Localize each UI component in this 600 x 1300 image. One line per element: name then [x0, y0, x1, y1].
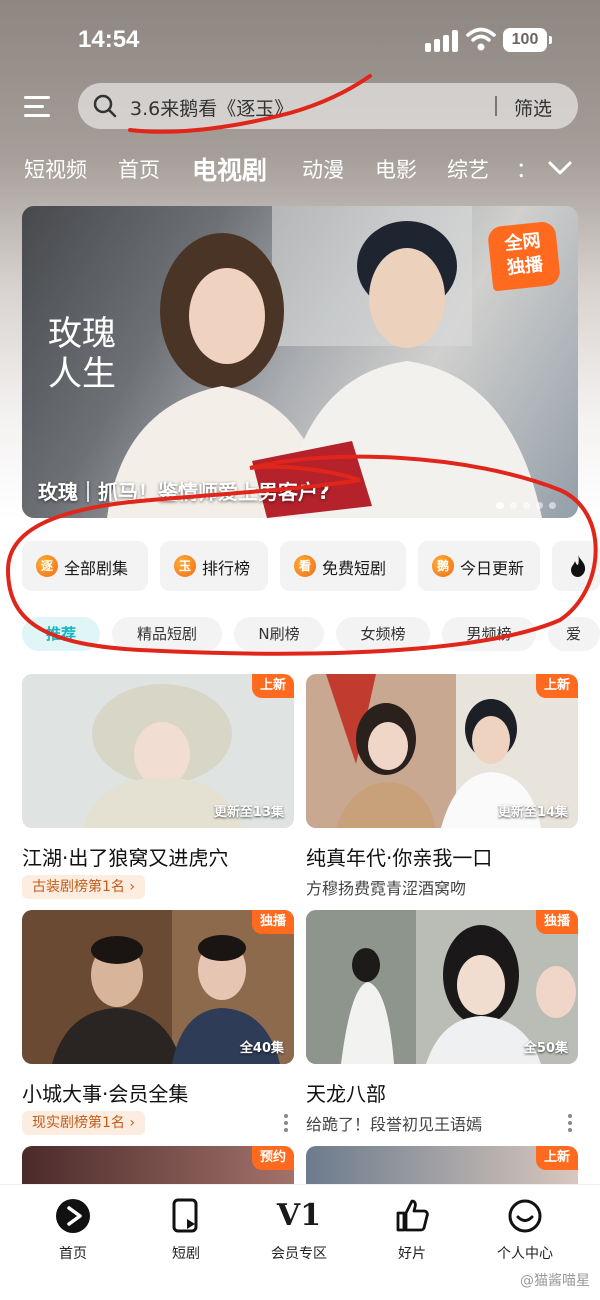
tab-short-video[interactable]: 短视频 — [24, 154, 87, 184]
tab-variety[interactable]: 综艺 — [447, 154, 489, 184]
vip-icon: V1 — [276, 1198, 322, 1233]
card-thumbnail[interactable]: 独播 全50集 — [306, 910, 578, 1064]
card-subtitle: 给跪了！段誉初见王语嫣 — [306, 1115, 483, 1134]
nav-profile[interactable]: 个人中心 — [480, 1197, 570, 1263]
thumbs-up-icon — [396, 1199, 429, 1232]
annotation-circle — [5, 454, 598, 656]
bottom-navigation: 首页 短剧 V1 会员专区 好片 个人中心 — [0, 1184, 600, 1300]
short-drama-icon — [172, 1198, 198, 1233]
content-card[interactable]: 独播 全40集 小城大事·会员全集 现实剧榜第1名 › — [22, 910, 294, 1142]
search-divider — [495, 96, 497, 116]
card-thumbnail[interactable]: 上新 — [306, 1146, 578, 1186]
card-tag: 预约 — [251, 1146, 294, 1170]
nav-good-picks[interactable]: 好片 — [367, 1197, 457, 1263]
card-episode-count: 更新至13集 — [213, 805, 284, 820]
chevron-down-icon[interactable] — [546, 156, 574, 180]
card-tag: 独播 — [251, 910, 294, 934]
battery-icon: 100 — [503, 28, 552, 52]
category-tabs: 短视频 首页 电视剧 动漫 电影 综艺 ： — [0, 146, 600, 190]
nav-home[interactable]: 首页 — [28, 1197, 118, 1263]
tab-home[interactable]: 首页 — [118, 154, 160, 184]
card-rank-badge[interactable]: 古装剧榜第1名 › — [22, 875, 145, 899]
watermark: @猫酱喵星 — [520, 1273, 590, 1289]
card-title: 天龙八部 — [306, 1082, 386, 1106]
content-card[interactable]: 上新 更新至13集 江湖·出了狼窝又进虎穴 古装剧榜第1名 › — [22, 674, 294, 906]
content-card[interactable]: 预约 — [22, 1146, 294, 1186]
tab-movie[interactable]: 电影 — [375, 154, 417, 184]
nav-short-drama[interactable]: 短剧 — [141, 1197, 231, 1263]
card-title: 小城大事·会员全集 — [22, 1082, 189, 1106]
nav-vip[interactable]: V1 会员专区 — [254, 1197, 344, 1263]
card-thumbnail[interactable]: 独播 全40集 — [22, 910, 294, 1064]
status-time: 14:54 — [78, 26, 140, 53]
card-episode-count: 全40集 — [239, 1041, 284, 1056]
profile-icon — [508, 1199, 542, 1233]
content-card[interactable]: 独播 全50集 天龙八部 给跪了！段誉初见王语嫣 — [306, 910, 578, 1142]
card-title: 江湖·出了狼窝又进虎穴 — [22, 846, 229, 870]
tab-overflow[interactable]: ： — [516, 154, 537, 184]
signal-icon — [425, 30, 459, 52]
filter-button[interactable]: 筛选 — [514, 94, 552, 121]
search-icon — [93, 94, 117, 118]
card-tag: 上新 — [535, 1146, 578, 1170]
card-tag: 独播 — [535, 910, 578, 934]
card-thumbnail[interactable]: 预约 — [22, 1146, 294, 1186]
annotation-underline — [128, 74, 372, 134]
card-subtitle: 方穆扬费霓青涩酒窝吻 — [306, 879, 467, 898]
tab-tv-series[interactable]: 电视剧 — [192, 151, 267, 187]
content-card[interactable]: 上新 — [306, 1146, 578, 1186]
menu-icon[interactable] — [24, 94, 54, 120]
content-card[interactable]: 上新 更新至14集 纯真年代·你亲我一口 方穆扬费霓青涩酒窝吻 — [306, 674, 578, 906]
tab-anime[interactable]: 动漫 — [302, 154, 344, 184]
banner-show-logo: 玫瑰人生 — [48, 314, 116, 394]
play-icon — [56, 1199, 90, 1233]
wifi-icon — [466, 27, 496, 51]
card-thumbnail[interactable]: 上新 更新至14集 — [306, 674, 578, 828]
card-tag: 上新 — [535, 674, 578, 698]
card-rank-badge[interactable]: 现实剧榜第1名 › — [22, 1111, 145, 1135]
card-title: 纯真年代·你亲我一口 — [306, 846, 493, 870]
exclusive-badge: 全网 独播 — [486, 220, 562, 292]
card-tag: 上新 — [251, 674, 294, 698]
card-thumbnail[interactable]: 上新 更新至13集 — [22, 674, 294, 828]
more-options-icon[interactable] — [284, 1112, 290, 1132]
card-episode-count: 更新至14集 — [497, 805, 568, 820]
card-episode-count: 全50集 — [523, 1041, 568, 1056]
more-options-icon[interactable] — [568, 1112, 574, 1132]
